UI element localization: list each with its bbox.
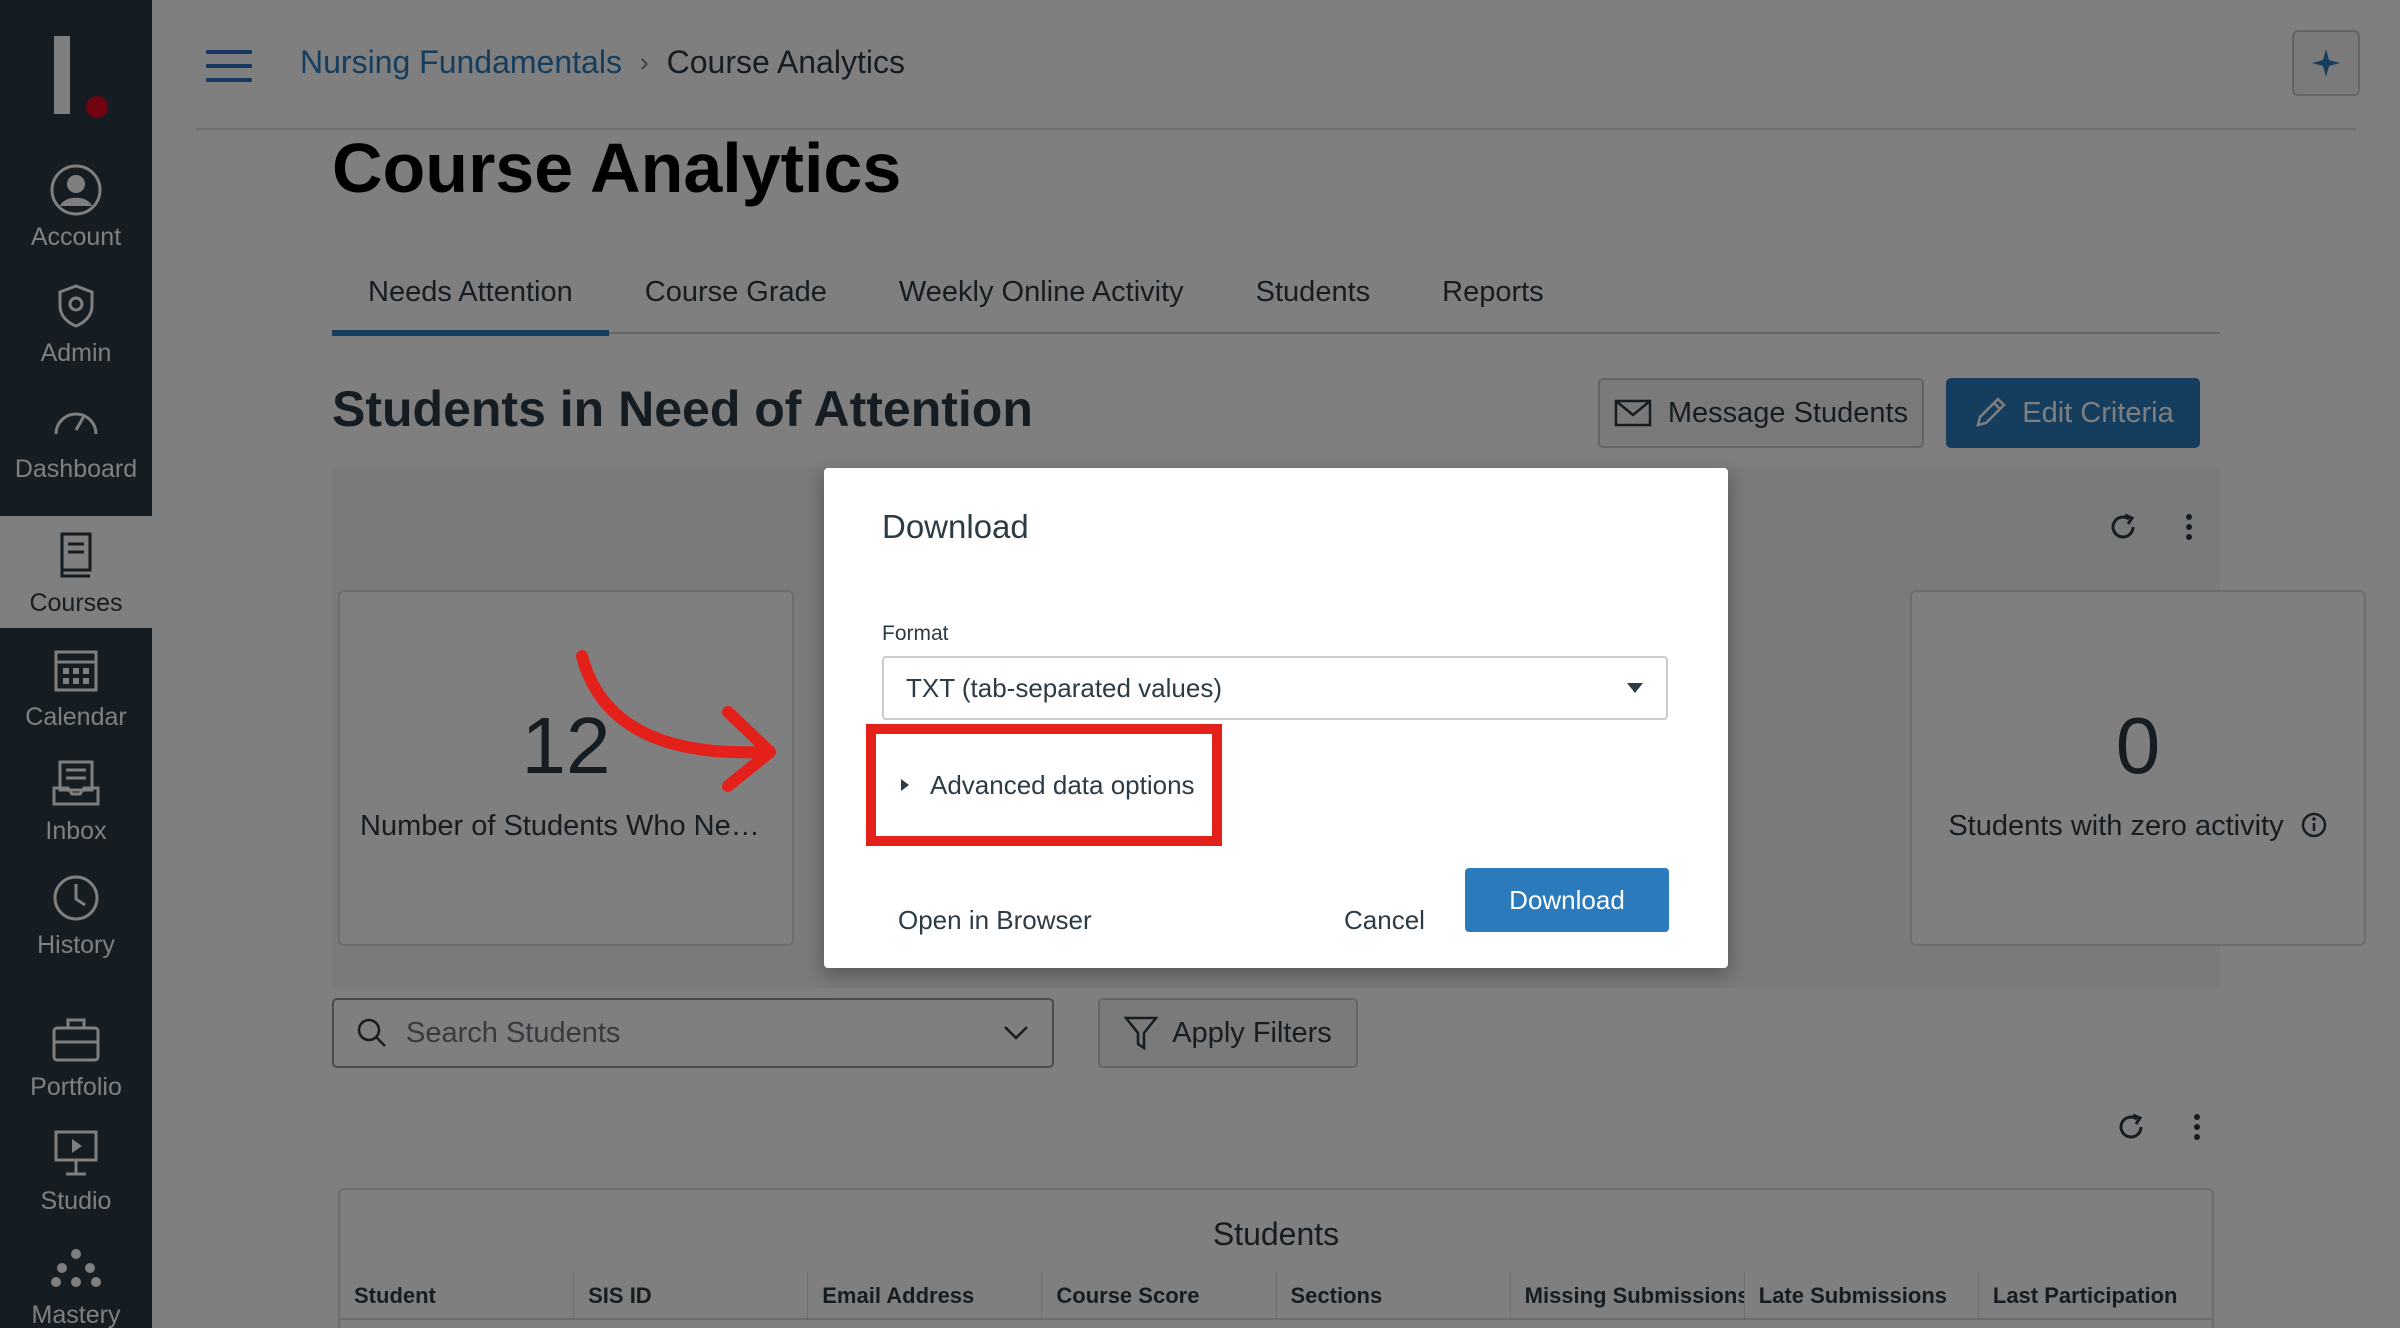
download-dialog: Download Format TXT (tab-separated value…: [824, 468, 1728, 968]
format-select-value: TXT (tab-separated values): [906, 672, 1222, 703]
download-button[interactable]: Download: [1465, 868, 1669, 932]
caret-down-icon: [1627, 683, 1643, 693]
caret-right-icon: [901, 779, 909, 791]
advanced-data-options-toggle[interactable]: Advanced data options: [866, 724, 1222, 846]
annotation-arrow: [576, 650, 776, 792]
format-label: Format: [882, 622, 949, 645]
dialog-title: Download: [882, 508, 1029, 545]
open-in-browser-button[interactable]: Open in Browser: [898, 888, 1092, 952]
cancel-button[interactable]: Cancel: [1344, 888, 1425, 952]
advanced-data-options-label: Advanced data options: [930, 769, 1195, 800]
format-select[interactable]: TXT (tab-separated values): [882, 656, 1668, 720]
